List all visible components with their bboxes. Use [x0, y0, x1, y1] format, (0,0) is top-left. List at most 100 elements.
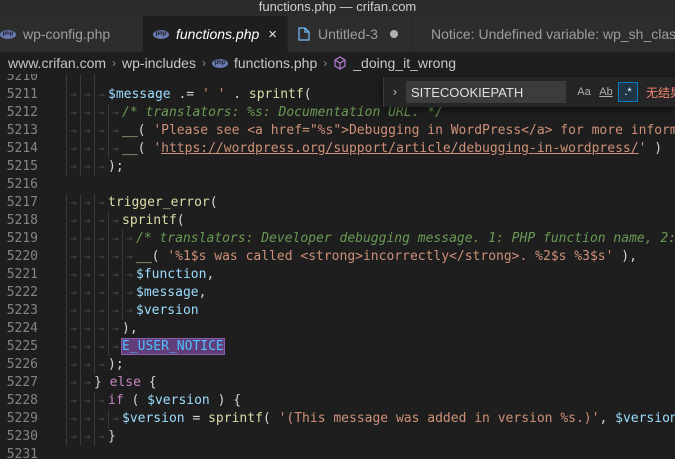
- line-number[interactable]: 5221: [0, 266, 38, 284]
- code-line[interactable]: 5213 → → → → __( 'Please see <a href="%s">Deb…: [0, 122, 675, 140]
- whitespace-arrow: →: [98, 340, 105, 353]
- whitespace-arrow: →: [126, 232, 133, 245]
- code-line[interactable]: 5215 → → →);: [0, 158, 675, 176]
- regex-button[interactable]: .*: [618, 82, 638, 102]
- code-line[interactable]: 5223 → → → → → $version: [0, 302, 675, 320]
- line-number[interactable]: 5223: [0, 302, 38, 320]
- code-line[interactable]: 5230 → → →}: [0, 428, 675, 446]
- tab-untitled-3[interactable]: Untitled-3: [288, 16, 412, 52]
- code-line[interactable]: 5227 → →} else {: [0, 374, 675, 392]
- code-line[interactable]: 5226 → → →);: [0, 356, 675, 374]
- close-icon[interactable]: ×: [268, 26, 277, 43]
- chevron-right-icon[interactable]: ›: [384, 85, 406, 99]
- line-number[interactable]: 5214: [0, 140, 38, 158]
- whitespace-arrow: →: [70, 322, 77, 335]
- chevron-right-icon: ›: [323, 56, 328, 70]
- line-number[interactable]: 5219: [0, 230, 38, 248]
- whitespace-arrow: →: [126, 286, 133, 299]
- line-number[interactable]: 5218: [0, 212, 38, 230]
- code-line[interactable]: 5216: [0, 176, 675, 194]
- code-line[interactable]: 5218 → → → → sprintf(: [0, 212, 675, 230]
- line-number[interactable]: 5216: [0, 176, 38, 194]
- code-text[interactable]: E_USER_NOTICE: [121, 338, 225, 356]
- match-case-button[interactable]: Aa: [574, 82, 594, 102]
- line-number[interactable]: 5226: [0, 356, 38, 374]
- breadcrumb-item-file[interactable]: functions.php: [234, 55, 317, 71]
- code-text[interactable]: $function,: [136, 266, 214, 284]
- line-number[interactable]: 5217: [0, 194, 38, 212]
- line-number[interactable]: 5231: [0, 446, 38, 459]
- whitespace-arrow: →: [70, 340, 77, 353]
- code-text[interactable]: }: [108, 428, 116, 446]
- line-number[interactable]: 5225: [0, 338, 38, 356]
- whitespace-arrow: →: [84, 322, 91, 335]
- code-line[interactable]: 5228 → → → if ( $version ) {: [0, 392, 675, 410]
- tab-functions[interactable]: php functions.php ×: [143, 16, 287, 52]
- whitespace-arrow: →: [112, 286, 119, 299]
- code-line[interactable]: 5214 → → → → __( 'https://wordpress.org/suppo…: [0, 140, 675, 158]
- code-line[interactable]: 5225 → → → → E_USER_NOTICE: [0, 338, 675, 356]
- whole-word-button[interactable]: Ab: [596, 82, 616, 102]
- unsaved-dot-icon[interactable]: [389, 30, 398, 38]
- code-text[interactable]: if ( $version ) {: [108, 392, 241, 410]
- breadcrumb-item-folder[interactable]: wp-includes: [122, 55, 196, 71]
- code-text[interactable]: } else {: [94, 374, 157, 392]
- php-icon: php: [153, 29, 169, 39]
- code-text[interactable]: __( '%1$s was called <strong>incorrectly…: [136, 248, 637, 266]
- line-number[interactable]: 5210: [0, 74, 38, 86]
- indent-guide: [108, 302, 109, 320]
- indent-guide: [66, 248, 67, 266]
- indent-guide: [66, 212, 67, 230]
- code-text[interactable]: /* translators: Developer debugging mess…: [136, 230, 675, 248]
- whitespace-arrow: →: [70, 250, 77, 263]
- line-number[interactable]: 5211: [0, 86, 38, 104]
- whitespace-arrow: →: [112, 232, 119, 245]
- breadcrumb-item-workspace[interactable]: www.crifan.com: [8, 55, 106, 71]
- code-text[interactable]: $message .= ' ' . sprintf(: [108, 86, 312, 104]
- line-number[interactable]: 5212: [0, 104, 38, 122]
- code-text[interactable]: ),: [122, 320, 138, 338]
- indent-guide: [80, 140, 81, 158]
- code-line[interactable]: 5220 → → → → → __( '%1$s was called <strong>in…: [0, 248, 675, 266]
- code-line[interactable]: 5224 → → → →),: [0, 320, 675, 338]
- code-text[interactable]: sprintf(: [122, 212, 185, 230]
- code-text[interactable]: $version: [136, 302, 199, 320]
- code-editor[interactable]: 5210 5211 → → → $message .= ' ' . sprintf( 521…: [0, 74, 675, 459]
- code-text[interactable]: $version = sprintf( '(This message was a…: [122, 410, 675, 428]
- code-line[interactable]: 5219 → → → → →/* translators: Developer debug…: [0, 230, 675, 248]
- line-number[interactable]: 5230: [0, 428, 38, 446]
- tab-wp-config[interactable]: php wp-config.php: [0, 16, 143, 52]
- tab-notice[interactable]: Notice: Undefined variable: wp_sh_class: [413, 16, 675, 52]
- indent-guide: [66, 86, 67, 104]
- indent-guide: [80, 428, 81, 446]
- find-input[interactable]: [406, 81, 566, 103]
- code-line[interactable]: 5229 → → → → $version = sprintf( '(This messa…: [0, 410, 675, 428]
- indent-guide: [66, 74, 67, 86]
- code-line[interactable]: 5231: [0, 446, 675, 459]
- whitespace-arrow: →: [84, 358, 91, 371]
- whitespace-arrow: →: [70, 124, 77, 137]
- line-number[interactable]: 5222: [0, 284, 38, 302]
- indent-guide: [94, 266, 95, 284]
- indent-guide: [122, 248, 123, 266]
- code-line[interactable]: 5221 → → → → → $function,: [0, 266, 675, 284]
- code-text[interactable]: $message,: [136, 284, 206, 302]
- line-number[interactable]: 5229: [0, 410, 38, 428]
- whitespace-arrow: →: [70, 106, 77, 119]
- indent-guide: [108, 104, 109, 122]
- code-text[interactable]: );: [108, 356, 124, 374]
- line-number[interactable]: 5227: [0, 374, 38, 392]
- code-text[interactable]: trigger_error(: [108, 194, 218, 212]
- line-number[interactable]: 5220: [0, 248, 38, 266]
- breadcrumb-item-symbol[interactable]: _doing_it_wrong: [353, 55, 456, 71]
- line-number[interactable]: 5228: [0, 392, 38, 410]
- code-text[interactable]: __( 'https://wordpress.org/support/artic…: [122, 140, 662, 158]
- code-text[interactable]: __( 'Please see <a href="%s">Debugging i…: [122, 122, 675, 140]
- line-number[interactable]: 5215: [0, 158, 38, 176]
- code-line[interactable]: 5217 → → → trigger_error(: [0, 194, 675, 212]
- line-number[interactable]: 5213: [0, 122, 38, 140]
- code-text[interactable]: );: [108, 158, 124, 176]
- indent-guide: [94, 338, 95, 356]
- code-line[interactable]: 5222 → → → → → $message,: [0, 284, 675, 302]
- line-number[interactable]: 5224: [0, 320, 38, 338]
